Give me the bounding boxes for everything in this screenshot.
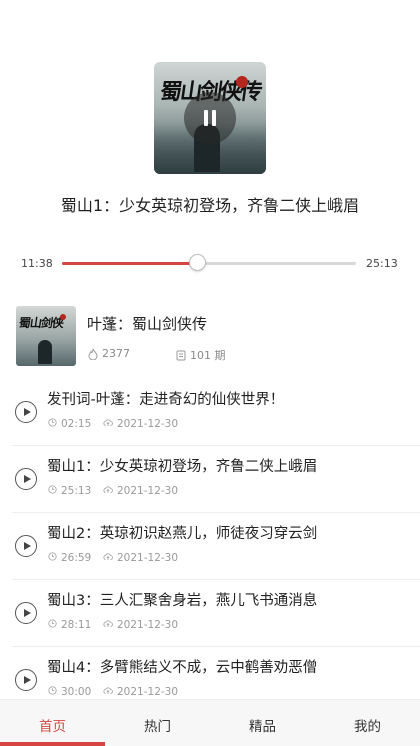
play-icon (23, 475, 31, 483)
play-icon (23, 676, 31, 684)
progress-fill (62, 262, 198, 265)
episode-date: 2021-12-30 (103, 552, 178, 564)
progress-thumb[interactable] (188, 254, 206, 271)
pause-icon (204, 110, 208, 126)
pause-button[interactable] (184, 92, 236, 144)
episode-date: 2021-12-30 (103, 418, 178, 430)
play-icon (23, 609, 31, 617)
episode-date-text: 2021-12-30 (117, 619, 179, 631)
nav-hot-label: 热门 (144, 719, 171, 735)
episode-play-button[interactable] (15, 535, 37, 557)
clock-icon (48, 619, 61, 631)
nav-active-indicator (0, 742, 105, 746)
episode-date-text: 2021-12-30 (117, 552, 179, 564)
track-title: 蜀山1：少女英琼初登场，齐鲁二侠上峨眉 (60, 196, 360, 215)
album-plays: 2377 (88, 347, 130, 360)
episode-date-text: 2021-12-30 (117, 485, 179, 497)
album-episodes-count: 101 期 (190, 349, 226, 362)
upload-icon (103, 552, 117, 564)
current-time: 11:38 (21, 257, 53, 270)
play-icon (23, 408, 31, 416)
episode-duration: 30:00 (48, 686, 91, 698)
episode-date: 2021-12-30 (103, 686, 178, 698)
total-time: 25:13 (366, 257, 398, 270)
episode-duration-text: 02:15 (61, 418, 92, 430)
clock-icon (48, 418, 61, 430)
episode-duration-text: 25:13 (61, 485, 92, 497)
episode-play-button[interactable] (15, 602, 37, 624)
pause-icon-bar (212, 110, 216, 126)
album-cover-title-art: 蜀山剑侠 (17, 316, 64, 330)
nav-mine-label: 我的 (354, 719, 381, 735)
episode-duration: 28:11 (48, 619, 91, 631)
episode-play-button[interactable] (15, 468, 37, 490)
episode-duration: 02:15 (48, 418, 91, 430)
nav-mine[interactable]: 我的 (315, 700, 420, 746)
episode-play-button[interactable] (15, 401, 37, 423)
episode-title: 蜀山2：英琼初识赵燕儿，师徒夜习穿云剑 (47, 526, 318, 542)
cover-seal (236, 76, 248, 88)
episode-duration-text: 28:11 (61, 619, 92, 631)
nav-home-label: 首页 (39, 719, 66, 735)
episode-item[interactable]: 蜀山1：少女英琼初登场，齐鲁二侠上峨眉 25:13 2021-12-30 (0, 446, 420, 513)
album-plays-count: 2377 (102, 347, 130, 360)
bottom-nav: 首页 热门 精品 我的 (0, 699, 420, 746)
album-cover[interactable]: 蜀山剑侠 (16, 306, 76, 366)
episode-item[interactable]: 蜀山2：英琼初识赵燕儿，师徒夜习穿云剑 26:59 2021-12-30 (0, 513, 420, 580)
upload-icon (103, 418, 117, 430)
album-name[interactable]: 叶蓬：蜀山剑侠传 (87, 313, 207, 334)
episode-title: 蜀山1：少女英琼初登场，齐鲁二侠上峨眉 (47, 459, 318, 475)
episode-title: 蜀山4：多臂熊结义不成，云中鹤善劝恶僧 (47, 660, 318, 676)
list-icon (176, 350, 186, 360)
nav-premium-label: 精品 (249, 719, 276, 735)
upload-icon (103, 686, 117, 698)
clock-icon (48, 485, 61, 497)
album-cover-seal (60, 314, 66, 320)
episode-duration: 26:59 (48, 552, 91, 564)
episode-date: 2021-12-30 (103, 619, 178, 631)
upload-icon (103, 619, 117, 631)
nav-hot[interactable]: 热门 (105, 700, 210, 746)
episode-date: 2021-12-30 (103, 485, 178, 497)
episode-item[interactable]: 发刊词-叶蓬：走进奇幻的仙侠世界！ 02:15 2021-12-30 (0, 379, 420, 446)
album-cover-figure (38, 340, 52, 364)
episode-item[interactable]: 蜀山3：三人汇聚舍身岩，燕儿飞书通消息 28:11 2021-12-30 (0, 580, 420, 647)
episode-duration: 25:13 (48, 485, 91, 497)
clock-icon (48, 686, 61, 698)
flame-icon (88, 348, 98, 360)
nav-premium[interactable]: 精品 (210, 700, 315, 746)
episode-title: 发刊词-叶蓬：走进奇幻的仙侠世界！ (47, 392, 285, 408)
episode-title: 蜀山3：三人汇聚舍身岩，燕儿飞书通消息 (47, 593, 318, 609)
episode-date-text: 2021-12-30 (117, 418, 179, 430)
episode-play-button[interactable] (15, 669, 37, 691)
progress-track[interactable] (62, 262, 356, 265)
episode-duration-text: 26:59 (61, 552, 92, 564)
episode-duration-text: 30:00 (61, 686, 92, 698)
album-episodes: 101 期 (176, 347, 226, 363)
play-icon (23, 542, 31, 550)
clock-icon (48, 552, 61, 564)
episode-date-text: 2021-12-30 (117, 686, 179, 698)
upload-icon (103, 485, 117, 497)
nav-home[interactable]: 首页 (0, 700, 105, 746)
